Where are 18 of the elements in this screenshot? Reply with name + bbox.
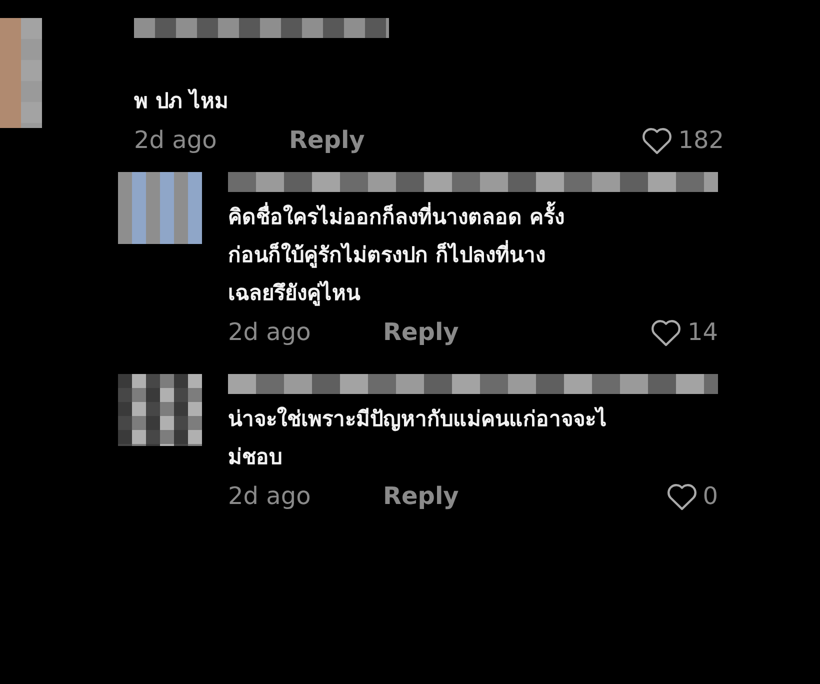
- reply-link[interactable]: Reply: [383, 318, 459, 346]
- like-count: 14: [687, 318, 718, 346]
- comment-text: ม่ชอบ: [228, 444, 283, 471]
- like-count: 182: [678, 126, 724, 154]
- heart-icon[interactable]: [640, 125, 674, 155]
- comment-text: ก่อนก็ใบ้คู่รักไม่ตรงปก ก็ไปลงที่นาง: [228, 236, 820, 274]
- heart-icon[interactable]: [664, 481, 699, 511]
- timestamp: 2d ago: [228, 318, 312, 346]
- comment-text: น่าจะใช่เพราะมีปัญหากับแม่คนแก่อาจจะไ: [228, 406, 608, 434]
- reply-link[interactable]: Reply: [383, 482, 459, 510]
- like-count: 0: [702, 482, 718, 510]
- comment-text: คิดชื่อใครไม่ออกก็ลงที่นางตลอด ครั้ง: [228, 198, 820, 236]
- heart-icon[interactable]: [649, 317, 684, 347]
- comment-text: พ ปภ ไหม: [134, 88, 230, 115]
- comment-text: เฉลยรึยังคู่ไหน: [228, 280, 362, 308]
- timestamp: 2d ago: [134, 126, 218, 154]
- reply-link[interactable]: Reply: [289, 126, 365, 154]
- timestamp: 2d ago: [228, 482, 312, 510]
